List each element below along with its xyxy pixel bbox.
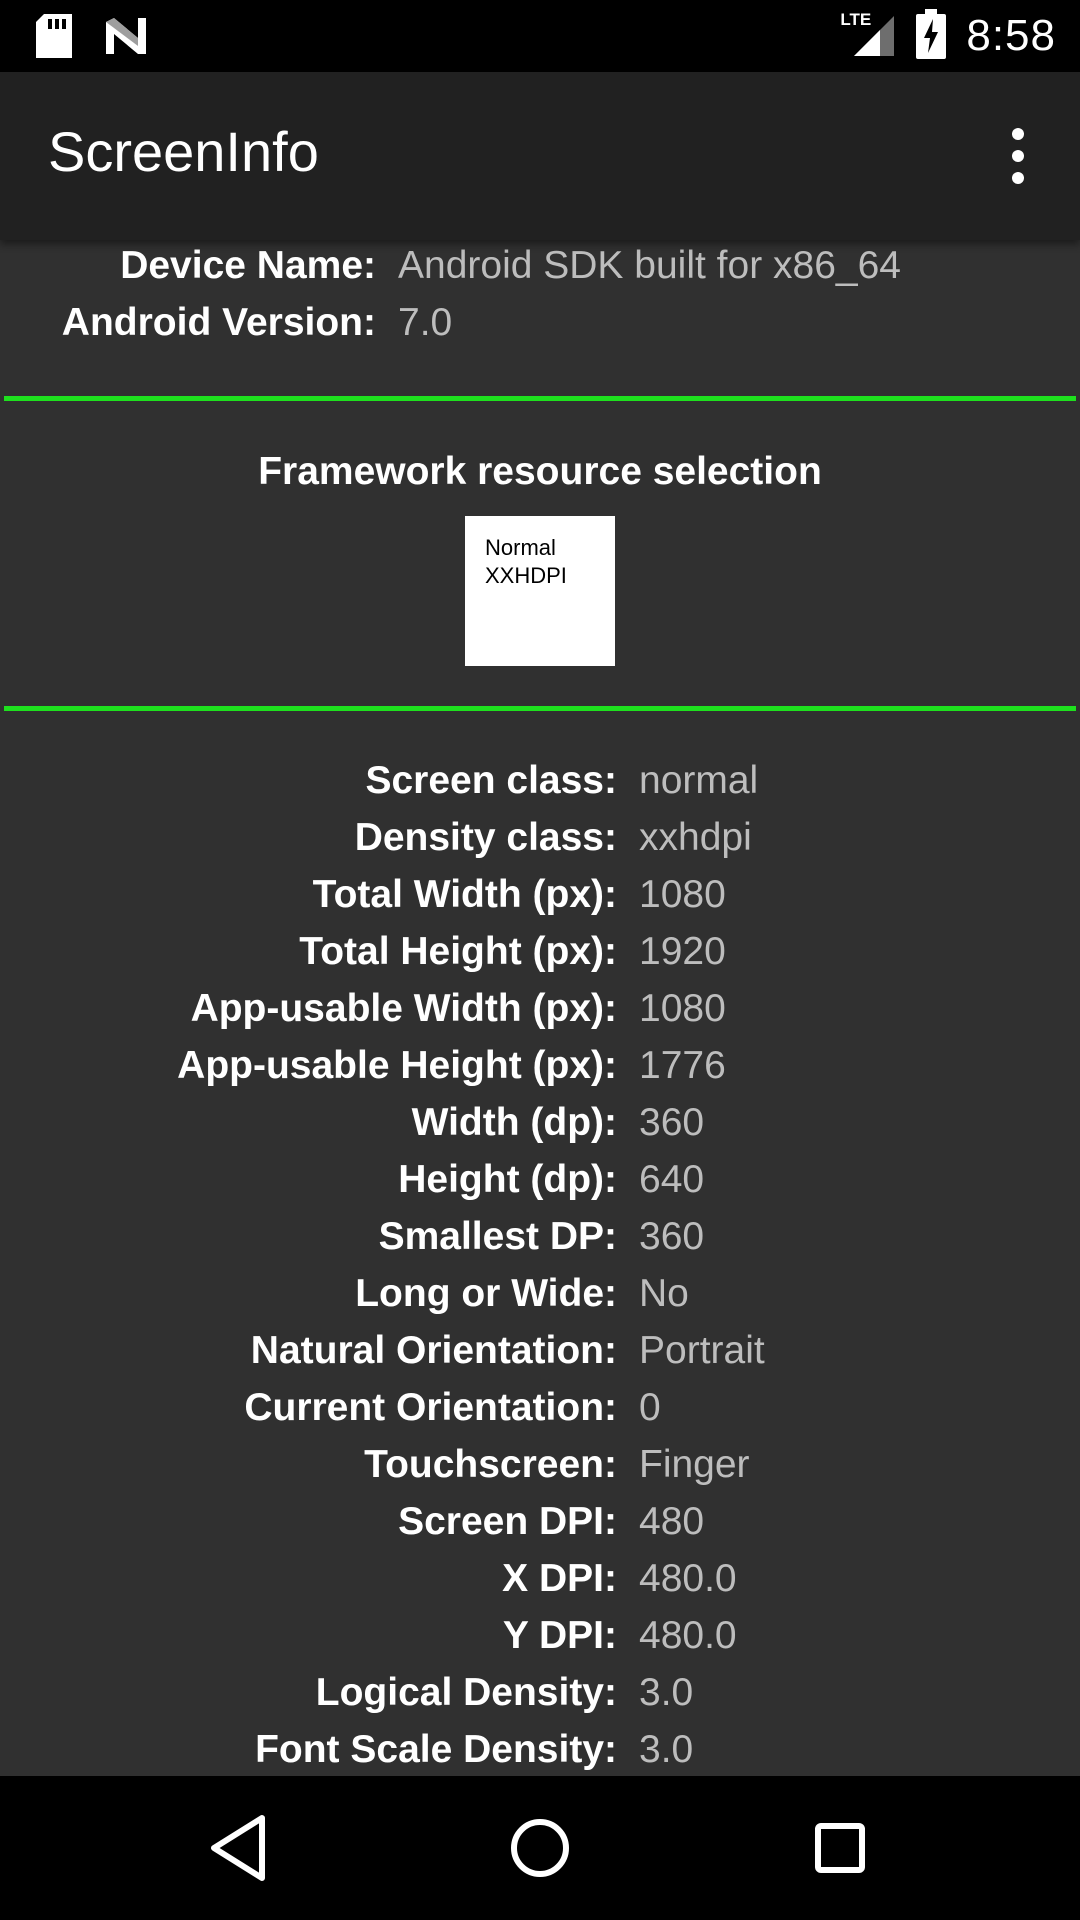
battery-charging-icon: [916, 8, 947, 64]
screen-info-content[interactable]: Device Name: Android SDK built for x86_6…: [0, 240, 1080, 1776]
overflow-menu-dot: [1012, 172, 1024, 184]
metric-value: Finger: [639, 1443, 750, 1486]
metric-row: X DPI: 480.0: [0, 1553, 1080, 1610]
navigation-bar: [0, 1776, 1080, 1920]
top-divider: [4, 396, 1076, 401]
home-icon: [511, 1819, 569, 1877]
metric-label: Touchscreen:: [364, 1443, 617, 1486]
overflow-menu-icon: [1012, 128, 1024, 140]
device-name-label: Device Name:: [120, 244, 376, 287]
metric-label: Screen class:: [365, 759, 617, 802]
metric-label: App-usable Height (px):: [177, 1044, 617, 1087]
device-name-row: Device Name: Android SDK built for x86_6…: [0, 240, 1080, 297]
back-icon: [211, 1815, 265, 1881]
metric-row: Long or Wide: No: [0, 1268, 1080, 1325]
metric-row: App-usable Height (px): 1776: [0, 1040, 1080, 1097]
metric-value: 3.0: [639, 1728, 694, 1771]
metric-label: Total Height (px):: [299, 930, 617, 973]
metric-value: 0: [639, 1386, 661, 1429]
metric-row: App-usable Width (px): 1080: [0, 983, 1080, 1040]
metric-value: 3.0: [639, 1671, 694, 1714]
metric-row: Total Height (px): 1920: [0, 926, 1080, 983]
recents-icon: [815, 1823, 865, 1873]
back-button[interactable]: [200, 1808, 280, 1888]
metric-row: Font Scale Density: 3.0: [0, 1724, 1080, 1776]
framework-section-title: Framework resource selection: [258, 450, 822, 493]
metric-row: Screen class: normal: [0, 755, 1080, 812]
metric-label: Total Width (px):: [312, 873, 617, 916]
app-bar: ScreenInfo: [0, 72, 1080, 240]
metric-value: 480.0: [639, 1557, 737, 1600]
metric-value: 480: [639, 1500, 705, 1543]
android-version-label: Android Version:: [61, 301, 376, 344]
metric-row: Smallest DP: 360: [0, 1211, 1080, 1268]
resource-density-label: XXHDPI: [485, 563, 567, 588]
metric-row: Density class: xxhdpi: [0, 812, 1080, 869]
metric-row: Current Orientation: 0: [0, 1382, 1080, 1439]
metric-label: Current Orientation:: [244, 1386, 617, 1429]
home-button[interactable]: [500, 1808, 580, 1888]
metric-value: 1080: [639, 873, 726, 916]
metric-row: Natural Orientation: Portrait: [0, 1325, 1080, 1382]
overflow-menu-dot: [1012, 150, 1024, 162]
metric-value: 360: [639, 1101, 705, 1144]
metric-label: Y DPI:: [502, 1614, 617, 1657]
metric-label: Long or Wide:: [355, 1272, 617, 1315]
resource-selection-box: Normal XXHDPI: [465, 516, 615, 666]
android-version-row: Android Version: 7.0: [0, 297, 1080, 354]
metric-value: xxhdpi: [639, 816, 752, 859]
overflow-menu-button[interactable]: [986, 124, 1050, 188]
recents-button[interactable]: [800, 1808, 880, 1888]
metric-value: normal: [639, 759, 759, 802]
metric-label: Logical Density:: [315, 1671, 617, 1714]
metric-value: 480.0: [639, 1614, 737, 1657]
clock: 8:58: [966, 11, 1056, 60]
status-bar: LTE 8:58: [0, 0, 1080, 72]
sd-card-icon: [36, 14, 72, 63]
metric-row: Touchscreen: Finger: [0, 1439, 1080, 1496]
metric-label: Natural Orientation:: [250, 1329, 617, 1372]
metric-value: 1920: [639, 930, 726, 973]
metric-value: 640: [639, 1158, 705, 1201]
metric-label: Screen DPI:: [398, 1500, 617, 1543]
n-logo-icon: [104, 16, 148, 61]
metric-row: Screen DPI: 480: [0, 1496, 1080, 1553]
metric-value: 360: [639, 1215, 705, 1258]
metric-row: Total Width (px): 1080: [0, 869, 1080, 926]
metric-label: Height (dp):: [398, 1158, 617, 1201]
bottom-divider: [4, 706, 1076, 711]
lte-signal-icon: LTE: [840, 10, 896, 60]
metric-label: Smallest DP:: [378, 1215, 617, 1258]
android-version-value: 7.0: [398, 301, 453, 344]
app-title: ScreenInfo: [48, 120, 319, 183]
device-name-value: Android SDK built for x86_64: [398, 244, 901, 287]
metric-label: App-usable Width (px):: [190, 987, 617, 1030]
metric-value: No: [639, 1272, 689, 1315]
metric-row: Logical Density: 3.0: [0, 1667, 1080, 1724]
metric-value: 1776: [639, 1044, 726, 1087]
metric-label: Width (dp):: [411, 1101, 617, 1144]
metric-value: 1080: [639, 987, 726, 1030]
resource-size-label: Normal: [485, 535, 556, 560]
metric-label: X DPI:: [502, 1557, 617, 1600]
metric-row: Height (dp): 640: [0, 1154, 1080, 1211]
metric-label: Font Scale Density:: [255, 1728, 617, 1771]
metric-value: Portrait: [639, 1329, 765, 1372]
metric-row: Width (dp): 360: [0, 1097, 1080, 1154]
metric-label: Density class:: [354, 816, 617, 859]
metric-row: Y DPI: 480.0: [0, 1610, 1080, 1667]
